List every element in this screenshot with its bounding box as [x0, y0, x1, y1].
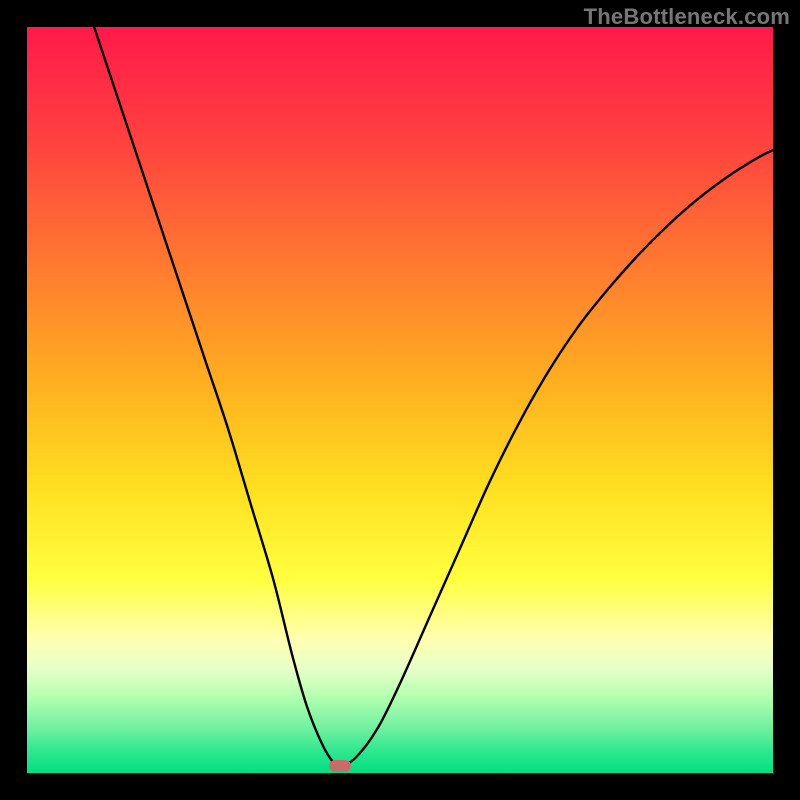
optimum-marker: [329, 760, 351, 772]
curve-layer: [27, 27, 773, 773]
bottleneck-curve: [94, 27, 773, 766]
watermark-text: TheBottleneck.com: [584, 4, 790, 30]
outer-frame: TheBottleneck.com: [0, 0, 800, 800]
